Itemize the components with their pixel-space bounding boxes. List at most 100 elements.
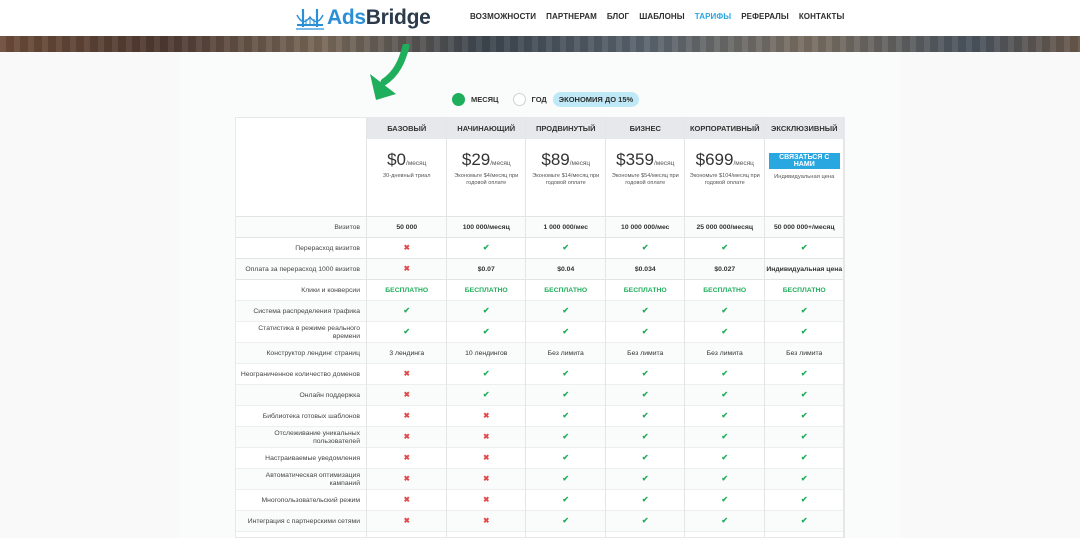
cross-icon: ✖ [403,411,410,421]
month-label[interactable]: МЕСЯЦ [471,95,499,104]
price: $359/месяц [606,150,686,170]
check-icon: ✔ [800,390,808,400]
feature-row: Онлайн поддержка ✖ ✔ ✔ ✔ ✔ ✔ [236,384,844,405]
check-icon: ✔ [641,516,649,526]
feature-label: Многопользовательский режим [261,496,360,504]
pricing-table: БАЗОВЫЙ $0/месяц 30-дневный триал НАЧИНАЮЩИ… [235,117,845,538]
feature-label: Система распределения трафика [253,307,360,315]
price-note: Экономьте $4/месяц при годовой оплате [454,173,519,186]
feature-value: БЕСПЛАТНО [544,286,588,294]
nav-item[interactable]: ШАБЛОНЫ [639,12,685,21]
check-icon: ✔ [482,243,490,253]
cross-icon: ✖ [403,432,410,442]
check-icon: ✔ [721,516,729,526]
main-nav: ВОЗМОЖНОСТИ ПАРТНЕРАМ БЛОГ ШАБЛОНЫ ТАРИФЫ РЕФ… [470,12,854,21]
feature-value: Без лимита [547,349,584,357]
price-cell: СВЯЗАТЬСЯ С НАМИ Индивидуальная цена [765,139,845,215]
nav-item[interactable]: ВОЗМОЖНОСТИ [470,12,536,21]
nav-item[interactable]: БЛОГ [607,12,629,21]
check-icon: ✔ [562,474,570,484]
cross-icon: ✖ [403,390,410,400]
feature-row: Настраиваемые уведомления ✖ ✖ ✔ ✔ ✔ ✔ [236,447,844,468]
savings-badge: ЭКОНОМИЯ ДО 15% [552,92,640,107]
price-note: Индивидуальная цена [774,174,835,180]
check-icon: ✔ [685,532,765,538]
price-cell: $699/месяц Экономьте $104/месяц при годов… [685,139,765,215]
check-icon: ✔ [562,453,570,463]
price-amount: $89 [541,150,570,169]
price-note: Экономьте $54/месяц при годовой оплате [611,173,679,186]
cross-icon: ✖ [483,432,490,442]
hero-banner-strip [0,36,1080,52]
arrow-down-icon [370,44,410,100]
feature-label: Оплата за перерасход 1000 визитов [245,265,360,273]
check-icon: ✔ [800,411,808,421]
feature-value: Без лимита [786,349,823,357]
price-period: /месяц [490,160,511,167]
plan-name: ЭКСКЛЮЗИВНЫЙ [764,118,844,139]
check-icon: ✔ [721,306,729,316]
feature-value: БЕСПЛАТНО [385,286,429,294]
check-icon: ✔ [482,306,490,316]
column-divider [445,118,447,537]
column-divider [843,118,844,537]
feature-label: Визитов [334,223,360,231]
check-icon: ✔ [482,369,490,379]
cross-icon: ✖ [483,474,490,484]
nav-item[interactable]: КОНТАКТЫ [799,12,845,21]
check-icon: ✔ [641,474,649,484]
table-header-spacer [236,118,367,139]
feature-value: БЕСПЛАТНО [623,286,667,294]
feature-label: Интеграция с партнерскими сетями [247,517,360,525]
feature-value: $0.07 [477,265,495,273]
cross-icon: ✖ [483,516,490,526]
feature-value: 25 000 000/месяц [696,223,754,231]
feature-label: Конструктор лендинг страниц [266,349,360,357]
nav-item[interactable]: РЕФЕРАЛЫ [741,12,789,21]
logo[interactable]: AdsBridge [296,3,431,33]
feature-row: Автоматическая оптимизация кампаний ✖ ✖ ✔ ✔ ✔… [236,468,844,489]
check-icon: ✔ [641,453,649,463]
check-icon: ✔ [800,453,808,463]
check-icon: ✔ [721,432,729,442]
feature-label: Автоматическая оптимизация кампаний [265,472,360,487]
cross-icon: ✖ [483,495,490,505]
nav-item[interactable]: ПАРТНЕРАМ [546,12,597,21]
cross-icon: ✖ [367,532,447,538]
cross-icon: ✖ [403,369,410,379]
price: $29/месяц [447,150,527,170]
feature-value: 3 лендинга [389,349,425,357]
check-icon: ✔ [721,453,729,463]
price: $89/месяц [526,150,606,170]
price-period: /месяц [569,160,591,167]
feature-value: 50 000 000+/месяц [773,223,835,231]
pricing-page: AdsBridge ВОЗМОЖНОСТИ ПАРТНЕРАМ БЛОГ ШАБЛОН… [0,0,1080,538]
check-icon: ✔ [562,432,570,442]
check-icon: ✔ [721,474,729,484]
nav-item[interactable]: ТАРИФЫ [695,12,732,21]
feature-value: 1 000 000/мес [543,223,589,231]
feature-value: $0.034 [634,265,656,273]
month-radio[interactable] [452,93,465,106]
bridge-icon [296,5,324,31]
contact-us-button[interactable]: СВЯЗАТЬСЯ С НАМИ [768,153,840,169]
feature-row: Клики и конверсии БЕСПЛАТНО БЕСПЛАТНО БЕСПЛ… [236,279,844,300]
cross-icon: ✖ [483,411,490,421]
check-icon: ✔ [641,390,649,400]
check-icon: ✔ [403,327,411,337]
check-icon: ✔ [721,390,729,400]
cross-icon: ✖ [403,495,410,505]
feature-row: Статистика в режиме реального времени ✔ ✔ ✔… [236,321,844,342]
check-icon: ✔ [800,516,808,526]
check-icon: ✔ [562,495,570,505]
year-radio[interactable] [512,93,526,106]
plan-name: БАЗОВЫЙ [367,118,447,139]
feature-value: Без лимита [627,349,664,357]
year-label[interactable]: ГОД [532,95,547,104]
check-icon: ✔ [800,327,808,337]
check-icon: ✔ [562,411,570,421]
price-cell: $359/месяц Экономьте $54/месяц при годово… [606,139,686,215]
feature-row: Отслеживание уникальных пользователей ✖ ✖ ✔… [236,426,844,447]
feature-label: Клики и конверсии [301,286,360,294]
column-divider [604,118,606,537]
